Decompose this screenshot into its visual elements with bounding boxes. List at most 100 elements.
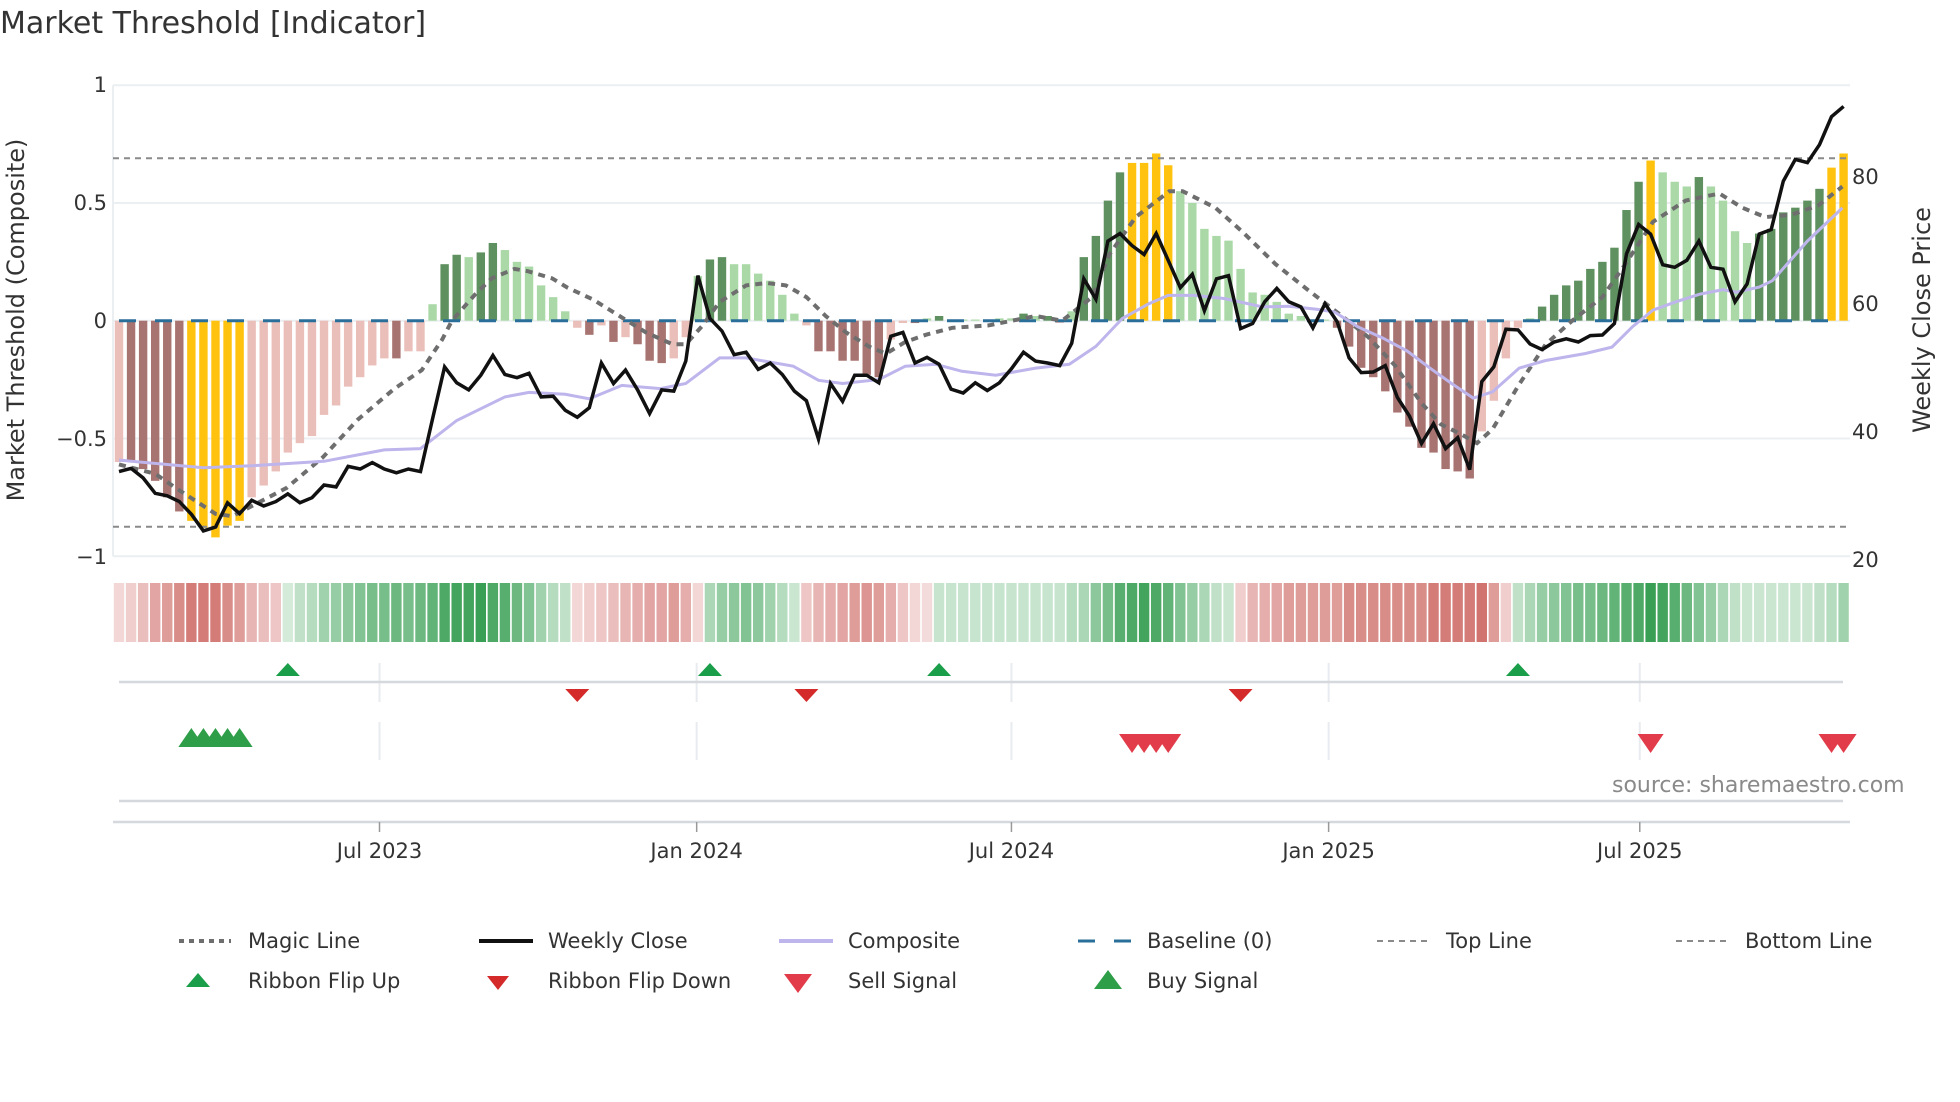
legend-weekly-close[interactable]: Weekly Close [477,926,688,956]
ribbon-cell [1693,583,1705,642]
ribbon-cell [656,583,667,642]
ribbon-cell [1090,583,1102,642]
composite-bar [741,264,751,321]
ribbon-cell [258,583,269,642]
ribbon-flip-down-marker [794,689,819,702]
ribbon-cell [1150,583,1162,642]
composite-bar [645,320,654,361]
ribbon-flip-up-marker [927,663,952,676]
ribbon-cell [198,583,209,642]
ribbon [113,583,1849,642]
composite-bar [1706,186,1716,321]
ribbon-cell [572,583,583,642]
ribbon-cell [909,583,921,642]
x-tick-label: Jul 2023 [335,839,422,863]
ribbon-cell [885,583,897,642]
ribbon-cell [125,583,137,642]
ribbon-cell [1548,583,1560,642]
ribbon-cell [149,583,161,642]
ribbon-cell [222,583,233,642]
triangle-up-icon [1094,970,1122,989]
ribbon-cell [970,583,981,642]
ribbon-cell [1633,583,1644,642]
composite-bar [283,320,293,453]
composite-bar [150,320,160,481]
ribbon-cell [499,583,511,642]
ribbon-cell [1705,583,1717,642]
ribbon-cell [608,583,619,642]
composite-bar [1791,207,1800,321]
composite-bar [392,320,401,359]
ribbon-cell [1500,583,1512,642]
legend-bottom-line[interactable]: Bottom Line [1674,926,1872,956]
legend-top-line[interactable]: Top Line [1375,926,1532,956]
ribbon-cell [1753,583,1765,642]
ribbon-cell [1717,583,1729,642]
legend-label: Ribbon Flip Down [548,969,732,993]
ribbon-flip-up-marker [697,663,722,676]
legend-baseline[interactable]: Baseline (0) [1076,926,1272,956]
ribbon-cell [1054,583,1065,642]
ribbon-cell [1476,583,1487,642]
ribbon-cell [1102,583,1114,642]
ribbon-cell [1778,583,1789,642]
composite-bar [585,320,594,335]
composite-bar [1767,228,1776,321]
ribbon-cell [1223,583,1234,642]
ribbon-cell [1561,583,1572,642]
ribbon-cell [1066,583,1077,642]
composite-bar [1658,172,1667,321]
y-left-axis-title: Market Threshold (Composite) [2,139,30,502]
legend-sell-signal[interactable]: Sell Signal [777,966,957,996]
legend-ribbon-flip-down[interactable]: Ribbon Flip Down [477,966,731,996]
solid-line-icon [779,939,833,943]
ribbon-cell [1018,583,1029,642]
x-tick-label: Jan 2024 [648,839,743,863]
composite-bar [1586,268,1595,321]
legend-ribbon-flip-up[interactable]: Ribbon Flip Up [177,966,400,996]
ribbon-cell [403,583,414,642]
composite-bar [368,320,377,366]
ribbon-cell [330,583,342,642]
composite-bar [247,320,256,498]
ribbon-cell [1006,583,1017,642]
ribbon-cell [1283,583,1295,642]
ribbon-cell [415,583,426,642]
composite-bar [898,320,908,324]
ribbon-cell [801,583,812,642]
dashed-line-icon [1676,940,1730,942]
ribbon-cell [620,583,631,642]
y-left-tick-label: −0.5 [56,427,107,451]
dashed-line-icon [1078,939,1132,943]
ribbon-cell [1271,583,1282,642]
composite-bar [1803,200,1812,321]
ribbon-flip-down-marker [565,689,590,702]
ribbon-cell [1585,583,1596,642]
ribbon-cell [982,583,993,642]
composite-bar [1417,320,1426,448]
legend-composite[interactable]: Composite [777,926,960,956]
ribbon-cell [1319,583,1331,642]
composite-bar [1537,306,1547,321]
ribbon-cell [186,583,197,642]
ribbon-cell [584,583,595,642]
ribbon-cell [1729,583,1741,642]
composite-bar [778,294,787,321]
ribbon-cell [1355,583,1367,642]
legend-buy-signal[interactable]: Buy Signal [1076,966,1258,996]
triangle-down-icon [784,974,812,993]
ribbon-cell [1307,583,1319,642]
ribbon-cell [1766,583,1777,642]
ribbon-cell [270,583,281,642]
legend-magic-line[interactable]: Magic Line [177,926,360,956]
x-tick-label: Jul 2025 [1595,839,1682,863]
composite-bar [211,320,220,538]
composite-bar [223,320,232,526]
ribbon-cell [1597,583,1608,642]
composite-bar [1718,200,1728,321]
ribbon-cell [547,583,559,642]
ribbon-cell [1259,583,1270,642]
ribbon-cell [342,583,354,642]
legend-label: Composite [848,929,961,953]
ribbon-cell [1211,583,1222,642]
